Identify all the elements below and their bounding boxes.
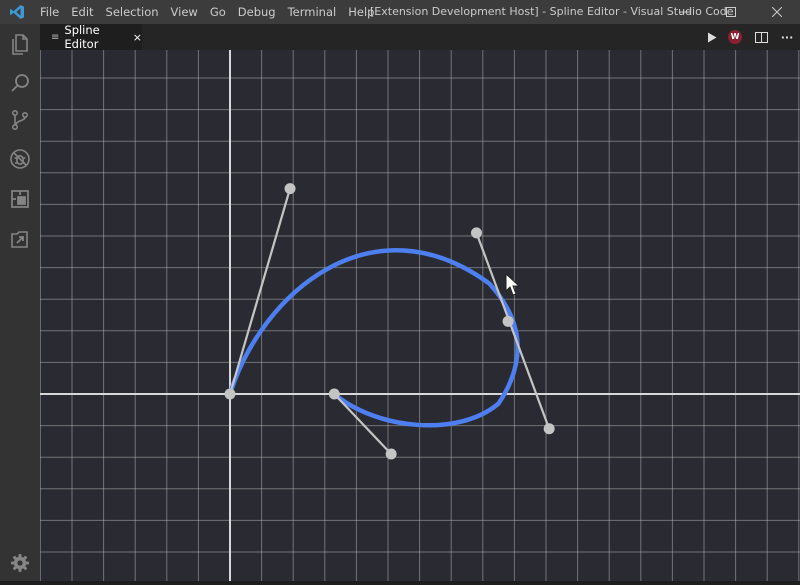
menu-go[interactable]: Go (204, 0, 232, 24)
spline-editor-canvas[interactable] (39, 50, 800, 581)
minimize-button[interactable] (662, 0, 708, 24)
search-icon[interactable] (0, 64, 40, 104)
menu-edit[interactable]: Edit (65, 0, 99, 24)
more-actions-icon[interactable]: ··· (774, 31, 800, 44)
editor-actions: W ··· (702, 24, 800, 50)
tab-bar: ≡ Spline Editor × W ··· (40, 23, 800, 51)
title-bar: File Edit Selection View Go Debug Terminal Help… (0, 0, 800, 24)
spline-curve (227, 248, 520, 428)
menu-terminal[interactable]: Terminal (282, 0, 343, 24)
tab-label: Spline Editor (64, 23, 100, 51)
remote-icon[interactable] (0, 219, 40, 259)
vscode-logo-icon (0, 0, 34, 24)
avatar[interactable]: W (722, 30, 748, 44)
close-window-button[interactable] (754, 0, 800, 24)
control-point (385, 448, 397, 460)
anchor-point (224, 388, 236, 400)
debug-icon[interactable] (0, 139, 40, 179)
mouse-cursor-icon (505, 272, 521, 296)
activity-bar (0, 24, 40, 581)
menu-file[interactable]: File (34, 0, 65, 24)
split-editor-icon[interactable] (748, 31, 774, 43)
settings-gear-icon[interactable] (0, 543, 40, 583)
maximize-button[interactable] (708, 0, 754, 24)
extensions-icon[interactable] (0, 179, 40, 219)
file-lines-icon: ≡ (51, 31, 60, 43)
control-point (470, 227, 482, 239)
tab-spline-editor[interactable]: ≡ Spline Editor × (40, 23, 142, 51)
menu-debug[interactable]: Debug (232, 0, 282, 24)
source-control-icon[interactable] (0, 100, 40, 140)
control-handle-line (333, 393, 392, 455)
anchor-point (328, 388, 340, 400)
close-icon[interactable]: × (133, 31, 142, 44)
control-point (543, 423, 555, 435)
menu-bar: File Edit Selection View Go Debug Terminal Help (34, 0, 380, 24)
anchor-point (502, 315, 514, 327)
files-icon[interactable] (0, 24, 40, 64)
spline-canvas-svg[interactable] (39, 50, 800, 581)
menu-selection[interactable]: Selection (100, 0, 165, 24)
menu-view[interactable]: View (165, 0, 204, 24)
control-point (284, 183, 296, 195)
run-icon[interactable] (702, 32, 722, 43)
control-handle-line (228, 188, 292, 395)
